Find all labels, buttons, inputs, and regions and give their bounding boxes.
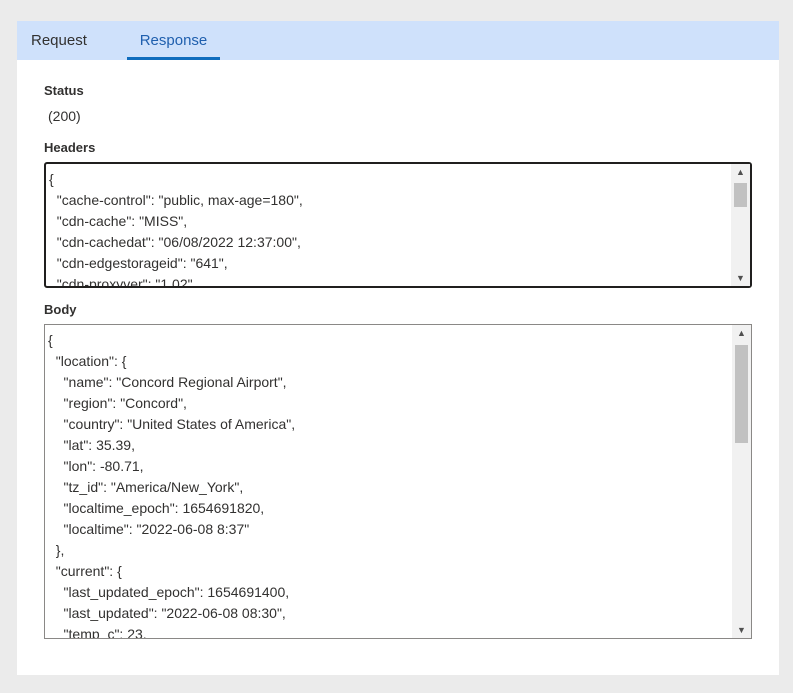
headers-textarea[interactable]: { "cache-control": "public, max-age=180"… [44,162,752,288]
code-line: "location": { [48,353,127,369]
code-line: "cache-control": "public, max-age=180", [49,192,303,208]
code-line: "cdn-proxyver": "1.02", [49,276,197,286]
scroll-down-arrow-icon[interactable]: ▼ [732,622,751,638]
body-label: Body [44,302,77,317]
headers-scrollbar[interactable]: ▲ ▼ [731,164,750,286]
code-line: "name": "Concord Regional Airport", [48,374,287,390]
code-line: "lat": 35.39, [48,437,135,453]
code-line: "lon": -80.71, [48,458,144,474]
status-value: (200) [48,108,81,124]
scroll-up-arrow-icon[interactable]: ▲ [731,164,750,180]
code-line: "region": "Concord", [48,395,187,411]
scroll-up-arrow-icon[interactable]: ▲ [732,325,751,341]
code-line: "last_updated_epoch": 1654691400, [48,584,290,600]
code-line: "localtime": "2022-06-08 8:37" [48,521,250,537]
status-label: Status [44,83,84,98]
headers-label: Headers [44,140,96,155]
code-line: "country": "United States of America", [48,416,296,432]
tab-bar: Request Response [17,21,779,60]
body-scrollbar[interactable]: ▲ ▼ [732,325,751,638]
code-line: { [48,332,53,348]
code-line: "cdn-cachedat": "06/08/2022 12:37:00", [49,234,301,250]
code-line: "tz_id": "America/New_York", [48,479,244,495]
code-line: "last_updated": "2022-06-08 08:30", [48,605,286,621]
response-panel: Request Response Status (200) Headers { … [17,21,779,675]
code-line: { [49,171,54,187]
scroll-thumb[interactable] [734,183,747,207]
code-line: "temp_c": 23, [48,626,147,638]
code-line: "localtime_epoch": 1654691820, [48,500,265,516]
code-line: }, [48,542,65,558]
scroll-down-arrow-icon[interactable]: ▼ [731,270,750,286]
code-line: "current": { [48,563,122,579]
tab-response[interactable]: Response [127,21,220,60]
scroll-thumb[interactable] [735,345,748,443]
headers-content: { "cache-control": "public, max-age=180"… [49,169,730,286]
code-line: "cdn-edgestorageid": "641", [49,255,228,271]
tab-request[interactable]: Request [31,21,87,60]
body-textarea[interactable]: { "location": { "name": "Concord Regiona… [44,324,752,639]
body-content: { "location": { "name": "Concord Regiona… [48,330,731,638]
code-line: "cdn-cache": "MISS", [49,213,188,229]
